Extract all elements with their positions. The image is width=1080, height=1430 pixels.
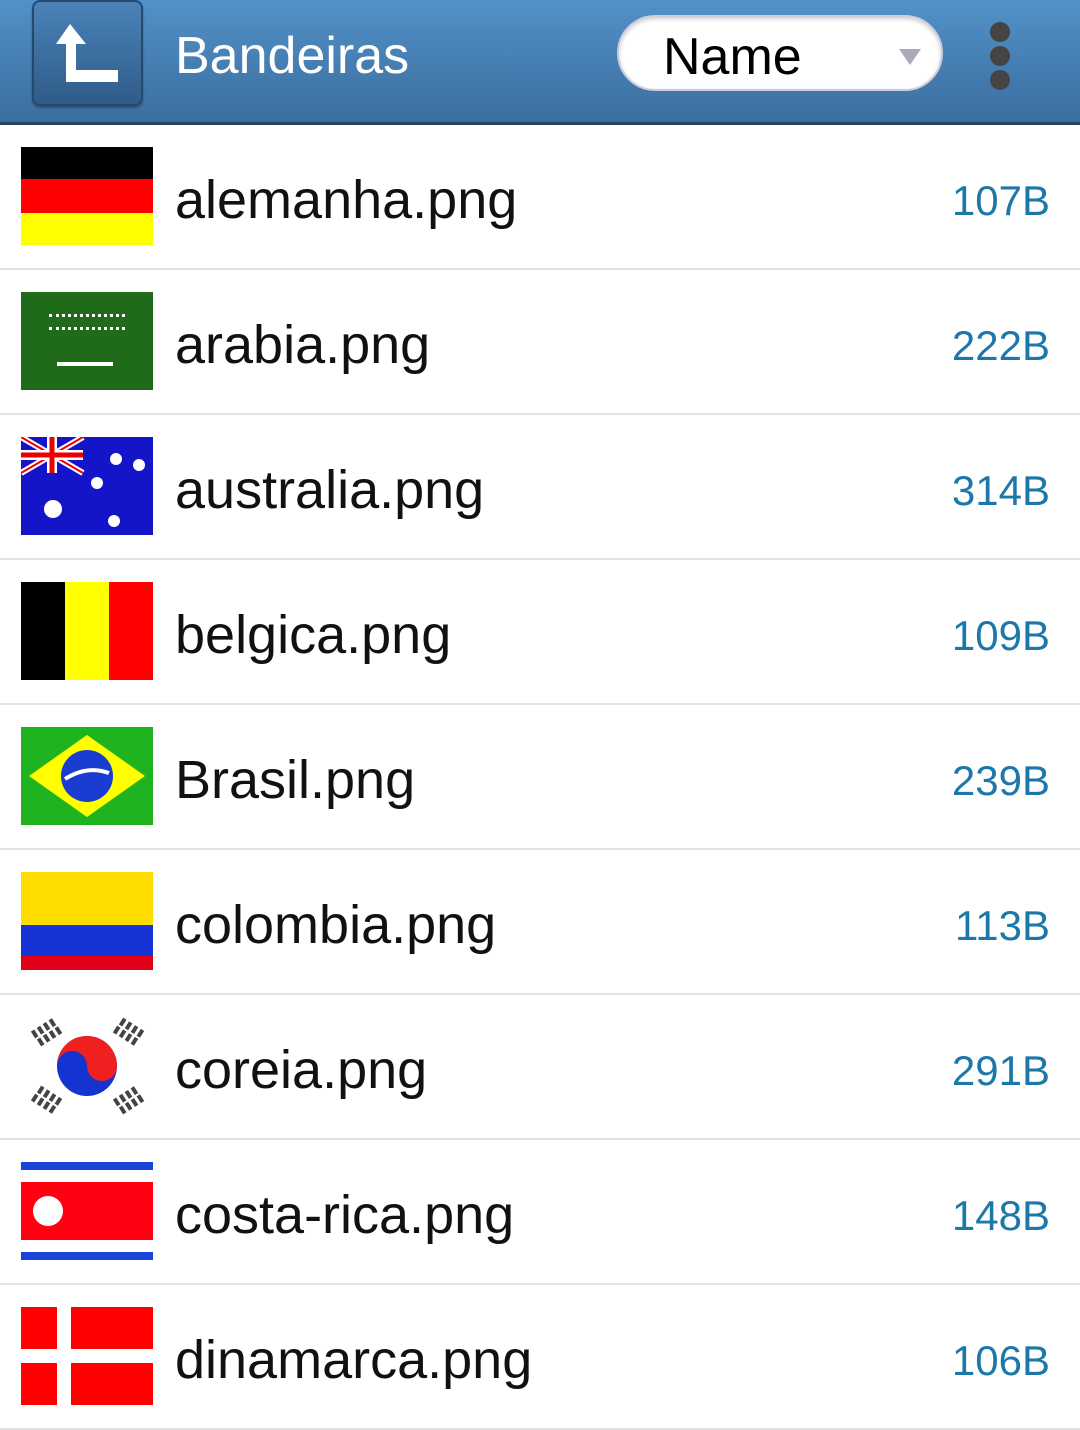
file-row[interactable]: arabia.png 222B xyxy=(0,270,1080,415)
file-name: arabia.png xyxy=(175,315,431,375)
file-size: 148B xyxy=(951,1192,1050,1239)
file-name: costa-rica.png xyxy=(175,1185,515,1245)
file-name: australia.png xyxy=(175,460,485,520)
file-row[interactable]: coreia.png 291B xyxy=(0,995,1080,1140)
file-row[interactable]: australia.png 314B xyxy=(0,415,1080,560)
sort-value: Name xyxy=(663,28,802,86)
flag-thumbnail-brazil xyxy=(21,727,153,825)
flag-thumbnail-germany xyxy=(21,147,153,245)
file-name: dinamarca.png xyxy=(175,1330,533,1390)
file-size: 314B xyxy=(951,467,1050,514)
flag-thumbnail-saudi-arabia xyxy=(21,292,153,390)
file-size: 222B xyxy=(951,322,1050,369)
flag-thumbnail-costa-rica xyxy=(21,1162,153,1260)
file-name: alemanha.png xyxy=(175,170,518,230)
file-row[interactable]: dinamarca.png 106B xyxy=(0,1285,1080,1430)
sort-dropdown[interactable]: Name xyxy=(617,15,943,91)
file-row[interactable]: Brasil.png 239B xyxy=(0,705,1080,850)
file-row[interactable]: alemanha.png 107B xyxy=(0,125,1080,270)
action-bar: Bandeiras Name xyxy=(0,0,1080,125)
file-name: Brasil.png xyxy=(175,750,416,810)
overflow-menu-icon[interactable] xyxy=(990,22,1014,90)
file-size: 291B xyxy=(951,1047,1050,1094)
dropdown-arrow-icon xyxy=(899,49,921,65)
file-size: 109B xyxy=(951,612,1050,659)
file-size: 106B xyxy=(951,1337,1050,1384)
file-size: 113B xyxy=(955,902,1050,949)
folder-title: Bandeiras xyxy=(175,27,410,85)
up-folder-button[interactable] xyxy=(32,0,143,106)
file-name: belgica.png xyxy=(175,605,452,665)
flag-thumbnail-belgium xyxy=(21,582,153,680)
file-row[interactable]: colombia.png 113B xyxy=(0,850,1080,995)
flag-thumbnail-korea xyxy=(21,1017,153,1115)
flag-thumbnail-australia xyxy=(21,437,153,535)
file-name: colombia.png xyxy=(175,895,497,955)
file-size: 239B xyxy=(951,757,1050,804)
file-name: coreia.png xyxy=(175,1040,428,1100)
file-row[interactable]: costa-rica.png 148B xyxy=(0,1140,1080,1285)
file-size: 107B xyxy=(951,177,1050,224)
up-arrow-icon xyxy=(56,24,118,82)
flag-thumbnail-colombia xyxy=(21,872,153,970)
flag-thumbnail-denmark xyxy=(21,1307,153,1405)
file-row[interactable]: belgica.png 109B xyxy=(0,560,1080,705)
